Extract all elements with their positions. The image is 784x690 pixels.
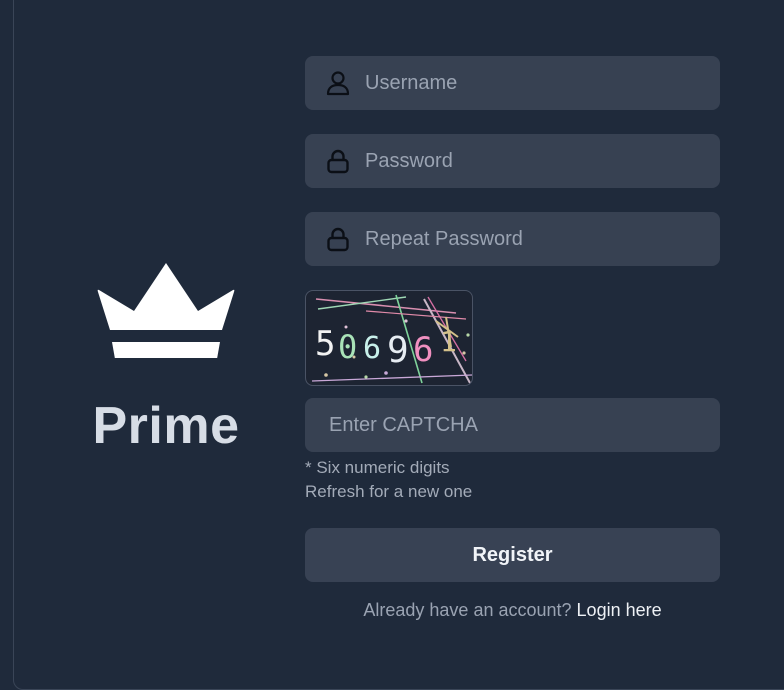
crown-icon [97, 263, 235, 358]
repeat-password-input[interactable] [365, 212, 705, 266]
captcha-digit: 0 [338, 328, 357, 366]
username-field[interactable] [305, 56, 720, 110]
register-button[interactable]: Register [305, 528, 720, 582]
captcha-digit: 9 [387, 330, 409, 371]
captcha-image[interactable]: 5 0 6 9 6 1 [305, 290, 473, 386]
lock-icon [327, 227, 349, 252]
captcha-hint: * Six numeric digits [305, 458, 450, 477]
captcha-digit: 6 [363, 331, 381, 366]
repeat-password-field[interactable] [305, 212, 720, 266]
password-field[interactable] [305, 134, 720, 188]
password-input[interactable] [365, 134, 705, 188]
brand-panel: Prime [60, 258, 272, 452]
captcha-hint: Refresh for a new one [305, 482, 473, 501]
captcha-field[interactable] [305, 398, 720, 452]
login-link[interactable]: Login here [577, 600, 662, 620]
login-prompt-line: Already have an account? Login here [305, 600, 720, 621]
captcha-digit: 6 [413, 330, 433, 370]
brand-name: Prime [92, 397, 240, 455]
register-form: 5 0 6 9 6 1 * Six numeric digits Refresh… [305, 56, 720, 621]
captcha-digit: 5 [315, 324, 335, 364]
login-prompt-text: Already have an account? [363, 600, 572, 620]
lock-icon [327, 149, 349, 174]
user-icon [326, 71, 350, 96]
username-input[interactable] [365, 56, 705, 110]
captcha-input[interactable] [329, 398, 669, 452]
captcha-digit: 1 [440, 325, 457, 358]
